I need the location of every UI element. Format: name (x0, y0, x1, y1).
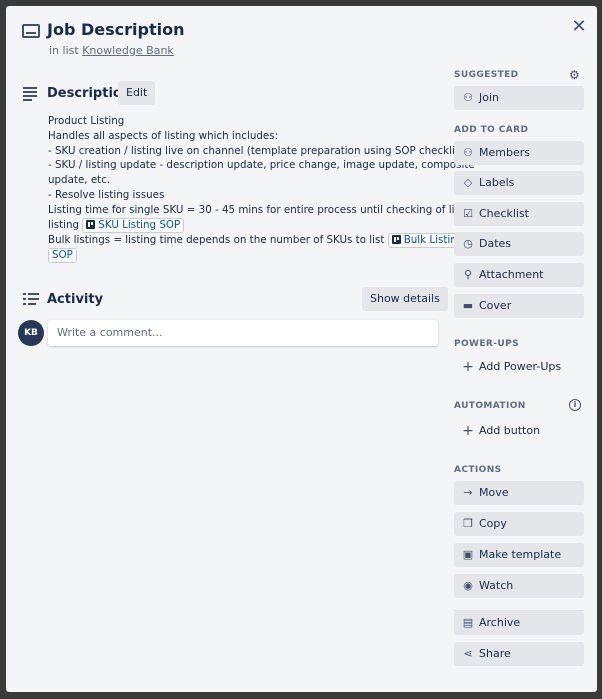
card-detail-dialog: ✕ Job Description in list Knowledge Bank… (6, 6, 597, 692)
watch-button[interactable]: ◉ Watch (454, 574, 584, 598)
card-icon (22, 24, 40, 38)
link-text: SOP (52, 248, 73, 261)
description-line: SOP (48, 247, 448, 263)
dates-label: Dates (479, 237, 512, 250)
description-body[interactable]: Product Listing Handles all aspects of l… (48, 114, 475, 263)
eye-icon: ◉ (463, 579, 473, 592)
info-icon[interactable]: i (569, 399, 581, 411)
add-powerups-button[interactable]: + Add Power-Ups (454, 355, 584, 379)
card-title[interactable]: Job Description (47, 20, 184, 39)
watch-label: Watch (479, 579, 514, 592)
list-link[interactable]: Knowledge Bank (82, 44, 174, 57)
plus-icon: + (462, 423, 474, 439)
avatar[interactable]: KB (18, 320, 44, 346)
description-line: Handles all aspects of listing which inc… (48, 129, 279, 142)
attachment-label: Attachment (479, 268, 544, 281)
plus-icon: + (462, 359, 474, 375)
tag-icon: ◇ (463, 176, 473, 189)
automation-label: AUTOMATION (454, 401, 526, 411)
description-line: - Resolve listing issues (48, 188, 165, 201)
show-details-button[interactable]: Show details (362, 287, 448, 311)
share-label: Share (479, 647, 511, 660)
description-line: Bulk listings = listing time depends on … (48, 232, 468, 248)
move-label: Move (479, 486, 509, 499)
add-powerups-label: Add Power-Ups (479, 360, 562, 373)
person-icon: ⚇ (463, 146, 473, 159)
cover-icon: ▬ (462, 299, 474, 312)
trello-icon (391, 234, 401, 244)
copy-button[interactable]: ❐ Copy (454, 512, 584, 536)
share-icon: ⋖ (463, 647, 473, 660)
join-button[interactable]: ⚇ Join (454, 86, 584, 110)
close-icon[interactable]: ✕ (568, 16, 590, 38)
description-line: Listing time for single SKU = 30 - 45 mi… (48, 203, 467, 216)
description-text: listing (48, 218, 83, 231)
description-line: - SKU creation / listing live on channel… (48, 144, 472, 157)
add-button-button[interactable]: + Add button (454, 419, 584, 443)
description-line: listing SKU Listing SOP (48, 217, 448, 233)
labels-label: Labels (479, 176, 515, 189)
copy-icon: ❐ (463, 517, 473, 530)
powerups-label: POWER-UPS (454, 339, 519, 349)
members-label: Members (479, 146, 530, 159)
suggested-label: SUGGESTED (454, 70, 519, 80)
labels-button[interactable]: ◇ Labels (454, 171, 584, 195)
cover-label: Cover (479, 299, 512, 312)
arrow-right-icon: → (463, 486, 473, 499)
move-button[interactable]: → Move (454, 481, 584, 505)
attachment-button[interactable]: ⚲ Attachment (454, 263, 584, 287)
edit-description-button[interactable]: Edit (118, 81, 156, 105)
add-button-label: Add button (479, 424, 541, 437)
activity-heading: Activity (47, 292, 104, 307)
comment-input[interactable]: Write a comment... (48, 320, 438, 346)
share-button[interactable]: ⋖ Share (454, 642, 584, 666)
archive-label: Archive (479, 616, 521, 629)
checklist-button[interactable]: ☑ Checklist (454, 202, 584, 226)
person-icon: ⚇ (463, 91, 473, 104)
dates-button[interactable]: ◷ Dates (454, 232, 584, 256)
clock-icon: ◷ (463, 237, 473, 250)
make-template-label: Make template (479, 548, 562, 561)
description-line: - SKU / listing update - description upd… (48, 159, 475, 172)
add-to-card-label: ADD TO CARD (454, 125, 529, 135)
description-icon (23, 87, 37, 101)
archive-button[interactable]: ▤ Archive (454, 611, 584, 635)
copy-label: Copy (479, 517, 507, 530)
description-line: update, etc. (48, 174, 111, 187)
join-label: Join (479, 91, 500, 104)
bulk-listing-sop-link-continued[interactable]: SOP (48, 247, 77, 263)
description-text: Bulk listings = listing time depends on … (48, 233, 388, 246)
gear-icon[interactable]: ⚙ (569, 68, 580, 82)
trello-icon (86, 219, 96, 229)
activity-icon (23, 293, 39, 305)
paperclip-icon: ⚲ (463, 268, 473, 281)
actions-label: ACTIONS (454, 465, 502, 475)
checkbox-icon: ☑ (463, 207, 473, 220)
checklist-label: Checklist (479, 207, 529, 220)
in-list-prefix: in list (49, 44, 83, 57)
link-text: SKU Listing SOP (98, 218, 181, 231)
cover-button[interactable]: ▬ Cover (454, 294, 584, 318)
make-template-button[interactable]: ▣ Make template (454, 543, 584, 567)
members-button[interactable]: ⚇ Members (454, 141, 584, 165)
description-line: Product Listing (48, 115, 125, 127)
sku-listing-sop-link[interactable]: SKU Listing SOP (82, 217, 185, 233)
in-list-caption: in list Knowledge Bank (49, 44, 174, 57)
template-icon: ▣ (462, 548, 474, 561)
archive-icon: ▤ (462, 616, 474, 629)
